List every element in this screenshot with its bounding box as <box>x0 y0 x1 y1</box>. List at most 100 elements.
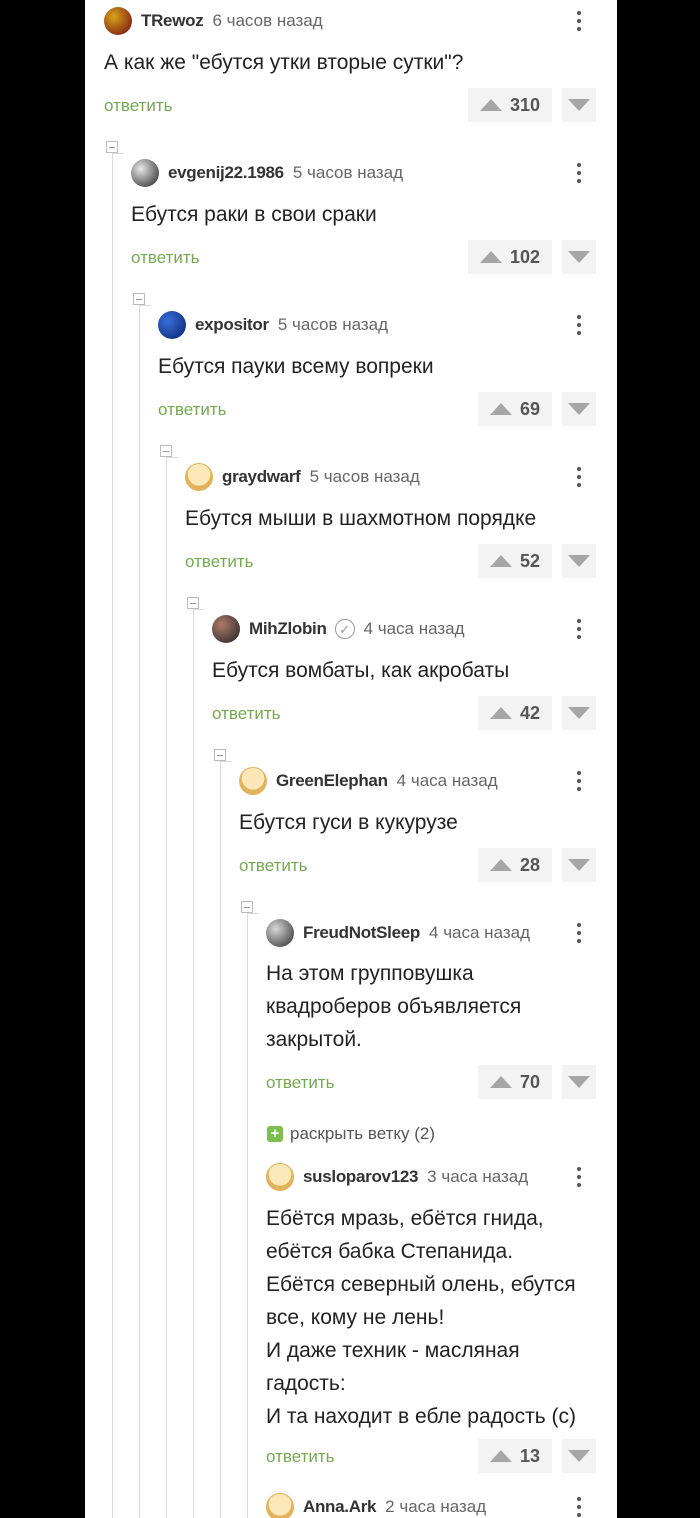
rating: 310 <box>468 88 552 122</box>
downvote-icon <box>568 859 590 871</box>
comment-text-line: гадость: <box>266 1372 346 1395</box>
collapse-toggle[interactable] <box>133 293 145 305</box>
score: 13 <box>519 1445 541 1466</box>
comments-panel: TRewoz 6 часов назад А как же "ебутся ут… <box>85 0 617 1518</box>
comment-text-line: закрытой. <box>266 1028 362 1051</box>
comment-text: Ебутся гуси в кукурузе <box>239 811 458 834</box>
upvote-icon[interactable] <box>489 555 512 567</box>
downvote-button[interactable] <box>562 1065 596 1099</box>
comment: MihZlobin ✓ 4 часа назад Ебутся вомбаты,… <box>212 612 596 736</box>
comment-header: FreudNotSleep 4 часа назад <box>266 916 530 950</box>
thread-line <box>247 913 248 1518</box>
downvote-button[interactable] <box>562 1439 596 1473</box>
comment-text-line: Ебётся северный олень, ебутся <box>266 1273 576 1296</box>
avatar[interactable] <box>239 767 267 795</box>
comment-time[interactable]: 4 часа назад <box>364 619 465 639</box>
more-options-icon[interactable] <box>569 764 589 798</box>
more-options-icon[interactable] <box>569 4 589 38</box>
more-options-icon[interactable] <box>569 612 589 646</box>
more-options-icon[interactable] <box>569 1160 589 1194</box>
plus-icon: + <box>267 1126 283 1142</box>
more-options-icon[interactable] <box>569 308 589 342</box>
downvote-button[interactable] <box>562 240 596 274</box>
expand-branch-button[interactable]: + раскрыть ветку (2) <box>267 1124 435 1144</box>
reply-link[interactable]: ответить <box>239 856 308 876</box>
thread-line <box>112 153 113 1518</box>
reply-link[interactable]: ответить <box>212 704 281 724</box>
collapse-toggle[interactable] <box>241 901 253 913</box>
username[interactable]: GreenElephan <box>276 771 388 791</box>
avatar[interactable] <box>266 919 294 947</box>
score: 52 <box>519 550 541 571</box>
upvote-icon[interactable] <box>479 251 502 263</box>
avatar[interactable] <box>185 463 213 491</box>
comment-header: expositor 5 часов назад <box>158 308 388 342</box>
rating: 70 <box>478 1065 552 1099</box>
upvote-icon[interactable] <box>489 403 512 415</box>
downvote-icon <box>568 1076 590 1088</box>
avatar[interactable] <box>266 1163 294 1191</box>
comment-time[interactable]: 5 часов назад <box>293 163 403 183</box>
avatar[interactable] <box>158 311 186 339</box>
avatar[interactable] <box>131 159 159 187</box>
upvote-icon[interactable] <box>489 707 512 719</box>
downvote-button[interactable] <box>562 696 596 730</box>
verified-badge-icon: ✓ <box>334 619 355 639</box>
reply-link[interactable]: ответить <box>104 96 173 116</box>
reply-link[interactable]: ответить <box>185 552 254 572</box>
more-options-icon[interactable] <box>569 156 589 190</box>
downvote-icon <box>568 1450 590 1462</box>
upvote-icon[interactable] <box>489 1450 512 1462</box>
avatar[interactable] <box>104 7 132 35</box>
avatar[interactable] <box>212 615 240 643</box>
collapse-toggle[interactable] <box>187 597 199 609</box>
username[interactable]: MihZlobin <box>249 619 327 639</box>
more-options-icon[interactable] <box>569 460 589 494</box>
username[interactable]: evgenij22.1986 <box>168 163 284 183</box>
upvote-icon[interactable] <box>489 1076 512 1088</box>
collapse-toggle[interactable] <box>160 445 172 457</box>
reply-link[interactable]: ответить <box>158 400 227 420</box>
downvote-button[interactable] <box>562 88 596 122</box>
avatar[interactable] <box>266 1493 294 1518</box>
username[interactable]: susloparov123 <box>303 1167 418 1187</box>
more-options-icon[interactable] <box>569 1490 589 1518</box>
thread-branch <box>193 609 205 610</box>
reply-link[interactable]: ответить <box>266 1073 335 1093</box>
comment-text: Ебутся мыши в шахмотном порядке <box>185 507 537 530</box>
comment-text-line: На этом групповушка <box>266 962 474 985</box>
username[interactable]: Anna.Ark <box>303 1497 376 1517</box>
username[interactable]: FreudNotSleep <box>303 923 420 943</box>
comment-time[interactable]: 4 часа назад <box>429 923 530 943</box>
comment-text: Ебутся раки в свои сраки <box>131 203 377 226</box>
comment-time[interactable]: 2 часа назад <box>385 1497 486 1517</box>
comment-time[interactable]: 6 часов назад <box>212 11 322 31</box>
upvote-icon[interactable] <box>479 99 502 111</box>
thread-branch <box>166 457 178 458</box>
comment-time[interactable]: 5 часов назад <box>278 315 388 335</box>
comment-header: graydwarf 5 часов назад <box>185 460 420 494</box>
thread-line <box>193 609 194 1518</box>
collapse-toggle[interactable] <box>214 749 226 761</box>
more-options-icon[interactable] <box>569 916 589 950</box>
rating: 13 <box>478 1439 552 1473</box>
comment: FreudNotSleep 4 часа назад На этом групп… <box>266 916 596 1106</box>
username[interactable]: TRewoz <box>141 11 204 31</box>
reply-link[interactable]: ответить <box>266 1447 335 1467</box>
comment-time[interactable]: 5 часов назад <box>310 467 420 487</box>
collapse-toggle[interactable] <box>106 141 118 153</box>
downvote-icon <box>568 555 590 567</box>
reply-link[interactable]: ответить <box>131 248 200 268</box>
comment: evgenij22.1986 5 часов назад Ебутся раки… <box>131 156 596 280</box>
comment-text-line: ебётся бабка Степанида. <box>266 1240 514 1263</box>
upvote-icon[interactable] <box>489 859 512 871</box>
comment-time[interactable]: 4 часа назад <box>397 771 498 791</box>
downvote-button[interactable] <box>562 848 596 882</box>
username[interactable]: expositor <box>195 315 269 335</box>
downvote-button[interactable] <box>562 392 596 426</box>
comment-header: MihZlobin ✓ 4 часа назад <box>212 612 465 646</box>
downvote-button[interactable] <box>562 544 596 578</box>
comment-time[interactable]: 3 часа назад <box>427 1167 528 1187</box>
username[interactable]: graydwarf <box>222 467 301 487</box>
thread-line <box>220 761 221 1518</box>
